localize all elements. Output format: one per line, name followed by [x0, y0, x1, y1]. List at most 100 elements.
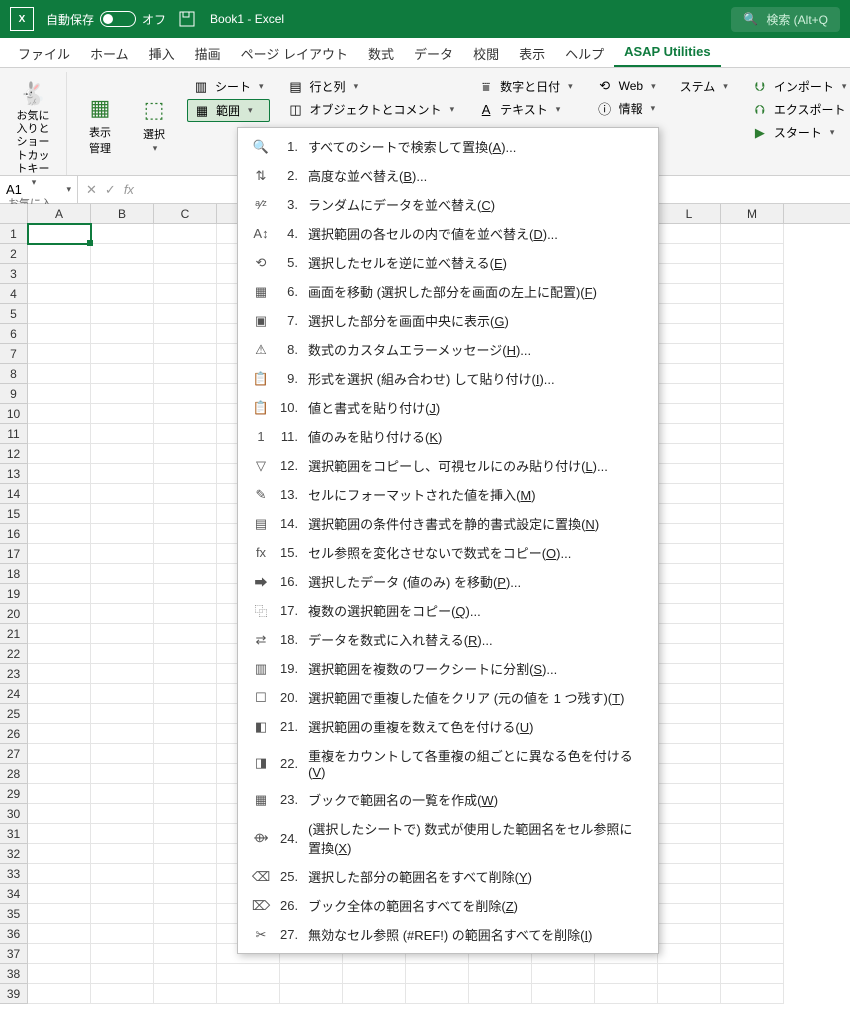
cell[interactable]	[91, 784, 154, 804]
cell[interactable]	[658, 824, 721, 844]
cell[interactable]	[658, 424, 721, 444]
row-header[interactable]: 22	[0, 644, 28, 664]
numdate-button[interactable]: ⩸数字と日付▾	[472, 76, 579, 97]
cell[interactable]	[658, 384, 721, 404]
cell[interactable]	[28, 664, 91, 684]
cell[interactable]	[91, 624, 154, 644]
cell[interactable]	[28, 864, 91, 884]
rowcol-button[interactable]: ▤行と列▾	[282, 76, 461, 97]
cell[interactable]	[721, 484, 784, 504]
cell[interactable]	[658, 344, 721, 364]
cell[interactable]	[154, 964, 217, 984]
column-header[interactable]: M	[721, 204, 784, 223]
view-manager-button[interactable]: ▦ 表示 管理	[75, 74, 125, 173]
menu-item-11[interactable]: 111.値のみを貼り付ける(K)	[238, 422, 658, 451]
row-header[interactable]: 4	[0, 284, 28, 304]
row-header[interactable]: 26	[0, 724, 28, 744]
cell[interactable]	[658, 884, 721, 904]
cell[interactable]	[658, 584, 721, 604]
cell[interactable]	[91, 824, 154, 844]
row-header[interactable]: 2	[0, 244, 28, 264]
cell[interactable]	[28, 904, 91, 924]
cell[interactable]	[28, 324, 91, 344]
cell[interactable]	[658, 924, 721, 944]
cell[interactable]	[721, 644, 784, 664]
cell[interactable]	[721, 564, 784, 584]
cell[interactable]	[91, 864, 154, 884]
cell[interactable]	[721, 264, 784, 284]
cell[interactable]	[658, 664, 721, 684]
cell[interactable]	[154, 644, 217, 664]
row-header[interactable]: 16	[0, 524, 28, 544]
cell[interactable]	[658, 284, 721, 304]
cell[interactable]	[28, 384, 91, 404]
cell[interactable]	[658, 364, 721, 384]
cell[interactable]	[721, 744, 784, 764]
cell[interactable]	[28, 344, 91, 364]
export-button[interactable]: ⮉エクスポート▾	[746, 99, 850, 120]
cell[interactable]	[721, 284, 784, 304]
cell[interactable]	[469, 964, 532, 984]
cell[interactable]	[28, 804, 91, 824]
range-button[interactable]: ▦範囲▾	[187, 99, 270, 122]
menu-item-14[interactable]: ▤14.選択範囲の条件付き書式を静的書式設定に置換(N)	[238, 509, 658, 538]
start-button[interactable]: ▶スタート▾	[746, 122, 850, 143]
cell[interactable]	[721, 404, 784, 424]
cell[interactable]	[154, 524, 217, 544]
cell[interactable]	[28, 404, 91, 424]
cell[interactable]	[721, 784, 784, 804]
cell[interactable]	[91, 744, 154, 764]
cell[interactable]	[721, 964, 784, 984]
cell[interactable]	[91, 804, 154, 824]
cell[interactable]	[217, 964, 280, 984]
tab-4[interactable]: ページ レイアウト	[231, 38, 358, 67]
cell[interactable]	[658, 964, 721, 984]
cell[interactable]	[658, 984, 721, 1004]
cell[interactable]	[721, 344, 784, 364]
search-box[interactable]: 🔍 検索 (Alt+Q	[731, 7, 840, 32]
cell[interactable]	[154, 544, 217, 564]
menu-item-6[interactable]: ▦6.画面を移動 (選択した部分を画面の左上に配置)(F)	[238, 277, 658, 306]
cell[interactable]	[28, 564, 91, 584]
cell[interactable]	[154, 724, 217, 744]
cell[interactable]	[28, 264, 91, 284]
row-header[interactable]: 39	[0, 984, 28, 1004]
tab-1[interactable]: ホーム	[80, 38, 139, 67]
cell[interactable]	[658, 604, 721, 624]
cell[interactable]	[154, 404, 217, 424]
cell[interactable]	[28, 584, 91, 604]
cell[interactable]	[154, 564, 217, 584]
tab-8[interactable]: 表示	[509, 38, 555, 67]
cell[interactable]	[91, 364, 154, 384]
menu-item-10[interactable]: 📋10.値と書式を貼り付け(J)	[238, 393, 658, 422]
menu-item-18[interactable]: ⇄18.データを数式に入れ替える(R)...	[238, 625, 658, 654]
menu-item-1[interactable]: 🔍1.すべてのシートで検索して置換(A)...	[238, 132, 658, 161]
row-header[interactable]: 13	[0, 464, 28, 484]
row-header[interactable]: 9	[0, 384, 28, 404]
menu-item-27[interactable]: ✂27.無効なセル参照 (#REF!) の範囲名すべてを削除(I)	[238, 920, 658, 949]
cell[interactable]	[658, 864, 721, 884]
name-box[interactable]: A1 ▾	[0, 176, 78, 203]
row-header[interactable]: 18	[0, 564, 28, 584]
row-header[interactable]: 35	[0, 904, 28, 924]
cell[interactable]	[721, 724, 784, 744]
cell[interactable]	[595, 984, 658, 1004]
cell[interactable]	[721, 224, 784, 244]
menu-item-25[interactable]: ⌫25.選択した部分の範囲名をすべて削除(Y)	[238, 862, 658, 891]
cell[interactable]	[28, 824, 91, 844]
cell[interactable]	[91, 884, 154, 904]
cell[interactable]	[154, 744, 217, 764]
cell[interactable]	[154, 364, 217, 384]
cell[interactable]	[721, 524, 784, 544]
row-header[interactable]: 34	[0, 884, 28, 904]
cell[interactable]	[658, 684, 721, 704]
row-header[interactable]: 7	[0, 344, 28, 364]
menu-item-13[interactable]: ✎13.セルにフォーマットされた値を挿入(M)	[238, 480, 658, 509]
cell[interactable]	[28, 504, 91, 524]
cell[interactable]	[154, 484, 217, 504]
row-header[interactable]: 27	[0, 744, 28, 764]
cell[interactable]	[721, 664, 784, 684]
cell[interactable]	[658, 324, 721, 344]
cell[interactable]	[91, 304, 154, 324]
row-header[interactable]: 17	[0, 544, 28, 564]
